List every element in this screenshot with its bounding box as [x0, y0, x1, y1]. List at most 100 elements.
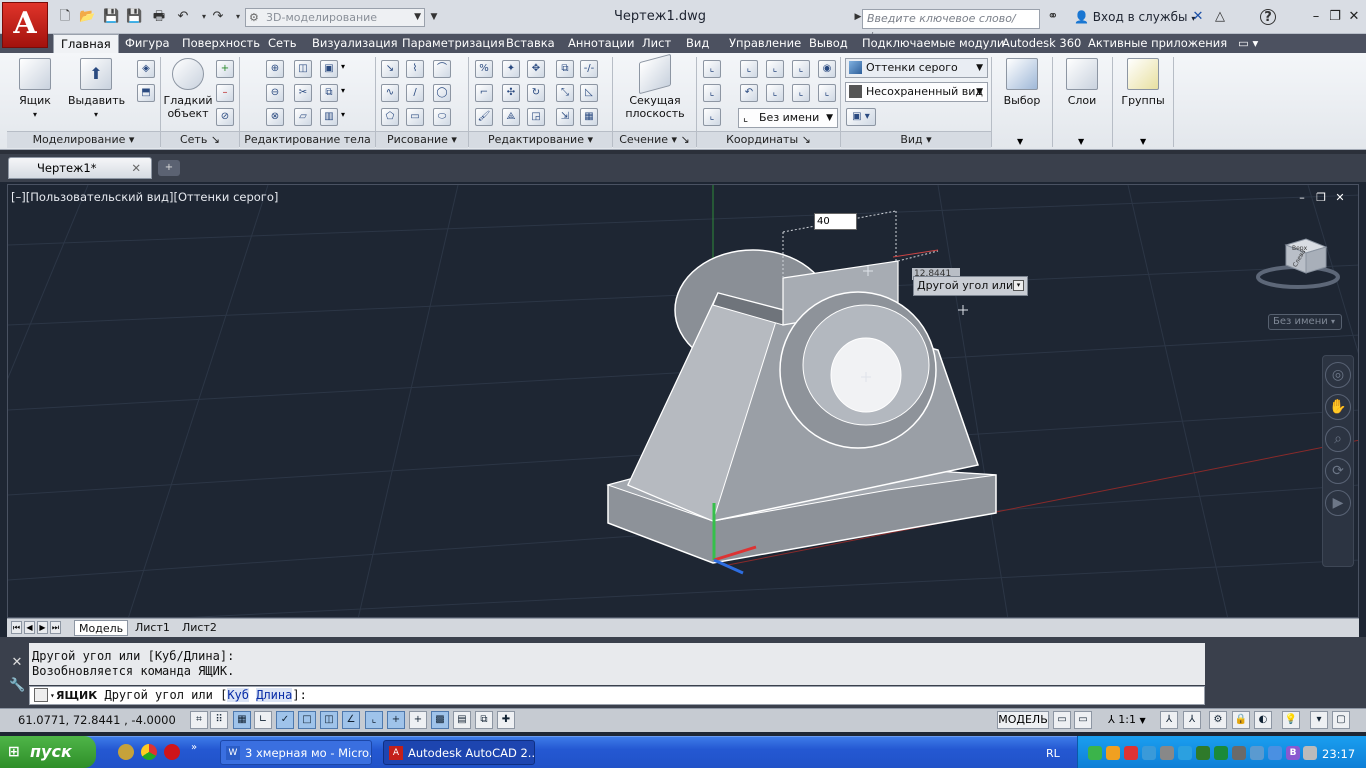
- intersect-icon[interactable]: ⊗: [266, 108, 284, 126]
- quick-view-drawings-icon[interactable]: ▭: [1074, 711, 1092, 729]
- extract-edges-icon[interactable]: ▣: [320, 60, 338, 78]
- steeringwheel-icon[interactable]: ◎: [1325, 362, 1351, 388]
- chrome-icon[interactable]: [141, 744, 157, 760]
- panel-label-mesh[interactable]: Сеть ↘: [161, 131, 239, 148]
- viewport-controls-label[interactable]: [–][Пользовательский вид][Оттенки серого…: [11, 190, 278, 204]
- tray-app-icon[interactable]: [1178, 746, 1192, 760]
- align-icon[interactable]: ◲: [527, 108, 545, 126]
- ucs-z-icon[interactable]: ⌞: [766, 84, 784, 102]
- workspace-selector[interactable]: ⚙ 3D-моделирование ▼: [245, 8, 425, 27]
- tray-app-icon[interactable]: [1196, 746, 1210, 760]
- quicklaunch-app-icon[interactable]: [118, 744, 134, 760]
- erase-icon[interactable]: 🖌: [475, 108, 493, 126]
- subtract-icon[interactable]: ⊖: [266, 84, 284, 102]
- ortho-mode-icon[interactable]: ∟: [254, 711, 272, 729]
- viewports-icon[interactable]: ▣ ▾: [846, 108, 876, 126]
- open-icon[interactable]: 📂: [79, 9, 95, 25]
- extrude-button[interactable]: ⬆ Выдавить ▾: [68, 58, 125, 121]
- close-command-icon[interactable]: ✕: [9, 655, 25, 671]
- transparency-icon[interactable]: ▩: [431, 711, 449, 729]
- ucs-y-icon[interactable]: ⌞: [792, 60, 810, 78]
- tab-layout2[interactable]: Лист2: [178, 620, 221, 636]
- autodesk-360-icon[interactable]: △: [1212, 9, 1228, 25]
- save-icon[interactable]: 💾: [103, 9, 119, 25]
- smooth-object-button[interactable]: Гладкий объект: [163, 58, 213, 120]
- infer-constraints-icon[interactable]: ⌗: [190, 711, 208, 729]
- ucs-globe-icon[interactable]: ◉: [818, 60, 836, 78]
- ucs-icon[interactable]: ⌞: [703, 60, 721, 78]
- ribbon-minimize-icon[interactable]: ▭ ▾: [1238, 34, 1258, 53]
- workspace-switch-icon[interactable]: ⚙: [1209, 711, 1227, 729]
- restore-button[interactable]: ❐: [1326, 8, 1344, 26]
- ucs-x-icon[interactable]: ⌞: [766, 60, 784, 78]
- model-canvas[interactable]: [8, 185, 1359, 618]
- next-layout-icon[interactable]: ▶: [37, 621, 48, 634]
- clock[interactable]: 23:17: [1322, 747, 1355, 761]
- tab-plugins[interactable]: Подключаемые модули: [862, 34, 1004, 53]
- object-snap-icon[interactable]: □: [298, 711, 316, 729]
- viewport-restore-icon[interactable]: ❐: [1315, 192, 1327, 204]
- tab-render[interactable]: Визуализация: [312, 34, 398, 53]
- tab-insert[interactable]: Вставка: [506, 34, 555, 53]
- selection-cycling-icon[interactable]: ⧉: [475, 711, 493, 729]
- box-button[interactable]: Ящик ▾: [14, 58, 56, 121]
- groups-button[interactable]: Группы: [1118, 58, 1168, 107]
- copy-icon[interactable]: ⧉: [556, 60, 574, 78]
- signin-button[interactable]: 👤 Вход в службы ▾: [1074, 10, 1195, 24]
- binoculars-icon[interactable]: ⚭: [1045, 9, 1061, 25]
- tray-app-icon[interactable]: [1268, 746, 1282, 760]
- zoom-icon[interactable]: ⌕: [1325, 426, 1351, 452]
- redo-icon[interactable]: ↷: [210, 9, 226, 25]
- search-input[interactable]: Введите ключевое слово/фразу: [862, 9, 1040, 43]
- model-space-button[interactable]: МОДЕЛЬ: [997, 711, 1049, 729]
- scale-icon[interactable]: ⤡: [556, 84, 574, 102]
- separate-icon[interactable]: ▥: [320, 108, 338, 126]
- viewport-close-icon[interactable]: ✕: [1334, 192, 1346, 204]
- tab-layout[interactable]: Лист: [642, 34, 671, 53]
- tab-output[interactable]: Вывод: [809, 34, 848, 53]
- option-length[interactable]: Длина: [256, 688, 293, 702]
- tab-home[interactable]: Главная: [53, 34, 119, 53]
- panel-label-view[interactable]: Вид ▾: [841, 131, 991, 148]
- tray-app-icon[interactable]: [1088, 746, 1102, 760]
- move-icon[interactable]: ✥: [527, 60, 545, 78]
- thicken-icon[interactable]: ▱: [294, 108, 312, 126]
- close-button[interactable]: ✕: [1345, 8, 1363, 26]
- grid-display-icon[interactable]: ▦: [233, 711, 251, 729]
- rotate-3d-icon[interactable]: ✦: [502, 60, 520, 78]
- visual-style-dropdown[interactable]: Оттенки серого ▼: [845, 58, 988, 78]
- status-menu-icon[interactable]: ▾: [1310, 711, 1328, 729]
- save-as-icon[interactable]: 💾: [126, 9, 142, 25]
- union-icon[interactable]: ⊕: [266, 60, 284, 78]
- ucs-world-icon[interactable]: ⌞: [740, 60, 758, 78]
- language-indicator[interactable]: RL: [1046, 747, 1060, 760]
- opera-icon[interactable]: [164, 744, 180, 760]
- line-segment-icon[interactable]: /: [406, 84, 424, 102]
- taskbar-autocad[interactable]: A Autodesk AutoCAD 2...: [383, 740, 535, 765]
- file-tab-drawing1[interactable]: Чертеж1* ✕: [8, 157, 152, 179]
- new-file-tab-button[interactable]: +: [158, 160, 180, 176]
- quick-view-layouts-icon[interactable]: ▭: [1053, 711, 1071, 729]
- tab-model[interactable]: Модель: [74, 620, 129, 636]
- spline-icon[interactable]: ∿: [381, 84, 399, 102]
- isolate-objects-icon[interactable]: 💡: [1282, 711, 1300, 729]
- panel-label-modify[interactable]: Редактирование ▾: [469, 131, 612, 148]
- minimize-button[interactable]: –: [1307, 8, 1325, 26]
- print-icon[interactable]: 🖶: [151, 9, 167, 25]
- tab-solid[interactable]: Фигура: [125, 34, 170, 53]
- polysolid-icon[interactable]: ◈: [137, 60, 155, 78]
- tray-app-icon[interactable]: [1160, 746, 1174, 760]
- customize-wrench-icon[interactable]: 🔧: [9, 678, 25, 694]
- move-gizmo-icon[interactable]: %: [475, 60, 493, 78]
- tray-app-icon[interactable]: [1232, 746, 1246, 760]
- annotation-visibility-icon[interactable]: ⅄: [1160, 711, 1178, 729]
- tray-app-icon[interactable]: [1142, 746, 1156, 760]
- tab-view[interactable]: Вид: [686, 34, 709, 53]
- close-icon[interactable]: ✕: [131, 158, 141, 178]
- tab-manage[interactable]: Управление: [729, 34, 801, 53]
- ucs-3point-icon[interactable]: ⌞: [792, 84, 810, 102]
- tray-app-icon[interactable]: B: [1286, 746, 1300, 760]
- panel-label-solid-editing[interactable]: Редактирование тела ▾: [240, 131, 375, 162]
- annotation-monitor-icon[interactable]: ✚: [497, 711, 515, 729]
- auto-scale-icon[interactable]: ⅄: [1183, 711, 1201, 729]
